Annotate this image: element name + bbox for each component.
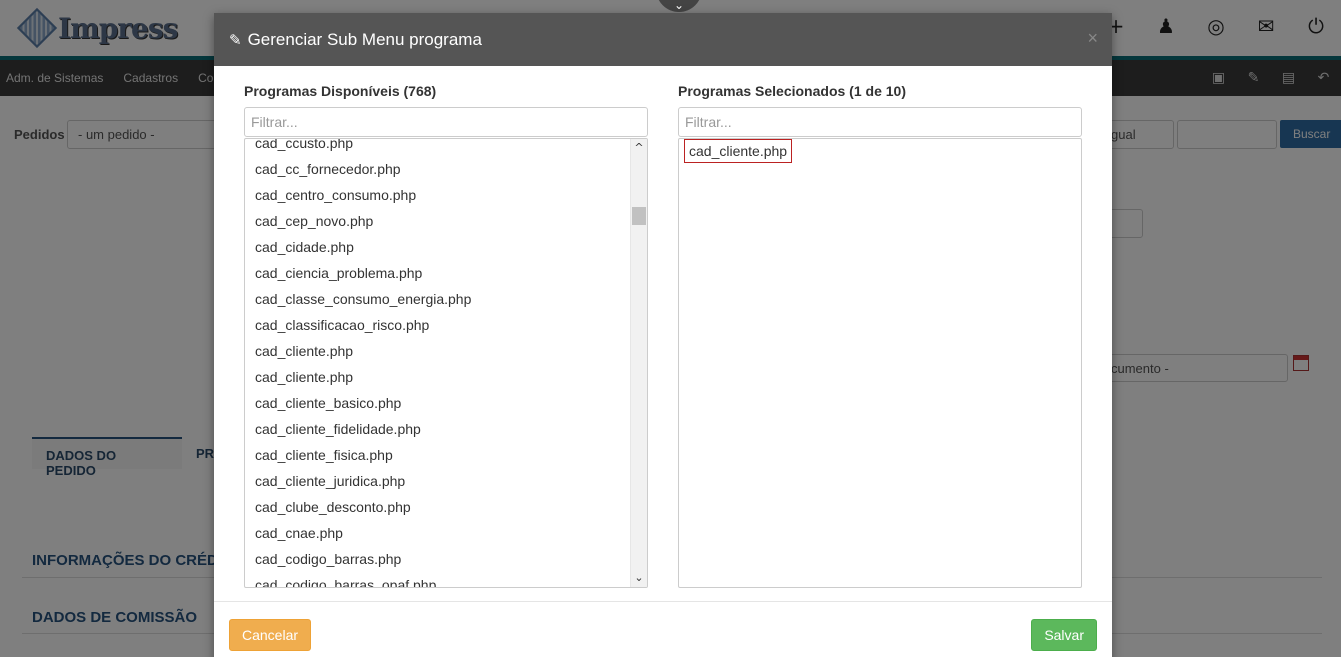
selected-programs-title: Programas Selecionados (1 de 10) xyxy=(678,83,906,99)
available-programs-panel: Programas Disponíveis (768) cad_ccusto.p… xyxy=(244,83,648,588)
available-filter-input[interactable] xyxy=(244,107,648,137)
selected-programs-list[interactable]: cad_cliente.php xyxy=(678,138,1082,588)
list-item[interactable]: cad_cliente.php xyxy=(255,364,471,390)
list-item[interactable]: cad_ciencia_problema.php xyxy=(255,260,471,286)
edit-icon: ✎ xyxy=(229,30,242,49)
list-item[interactable]: cad_classificacao_risco.php xyxy=(255,312,471,338)
save-button[interactable]: Salvar xyxy=(1031,619,1097,651)
available-programs-list[interactable]: cad_ccusto.php cad_cc_fornecedor.php cad_c… xyxy=(244,138,648,588)
list-item[interactable]: cad_codigo_barras_opaf.php xyxy=(255,572,471,587)
list-item[interactable]: cad_codigo_barras.php xyxy=(255,546,471,572)
list-item[interactable]: cad_cliente_basico.php xyxy=(255,390,471,416)
selected-programs-panel: Programas Selecionados (1 de 10) cad_cli… xyxy=(678,83,1082,588)
selected-filter-input[interactable] xyxy=(678,107,1082,137)
list-item[interactable]: cad_cliente.php xyxy=(684,139,793,163)
modal-title: Gerenciar Sub Menu programa xyxy=(247,29,482,49)
close-icon[interactable]: × xyxy=(1087,28,1098,49)
modal-header: ✎ Gerenciar Sub Menu programa × xyxy=(214,13,1112,66)
available-programs-title: Programas Disponíveis (768) xyxy=(244,83,437,99)
chevron-up-icon[interactable]: ^ xyxy=(631,140,647,156)
list-item[interactable]: cad_centro_consumo.php xyxy=(255,182,471,208)
list-item[interactable]: cad_cliente.php xyxy=(255,338,471,364)
scrollbar[interactable]: ^ ⌄ xyxy=(630,139,647,587)
list-item[interactable]: cad_cliente_fidelidade.php xyxy=(255,416,471,442)
list-item[interactable]: cad_cidade.php xyxy=(255,234,471,260)
available-items: cad_ccusto.php cad_cc_fornecedor.php cad_c… xyxy=(255,139,471,587)
manage-submenu-modal: ✎ Gerenciar Sub Menu programa × Programa… xyxy=(214,13,1112,657)
list-item[interactable]: cad_cnae.php xyxy=(255,520,471,546)
list-item[interactable]: cad_clube_desconto.php xyxy=(255,494,471,520)
list-item[interactable]: cad_cliente_juridica.php xyxy=(255,468,471,494)
list-item[interactable]: cad_classe_consumo_energia.php xyxy=(255,286,471,312)
list-item[interactable]: cad_cliente_fisica.php xyxy=(255,442,471,468)
list-item[interactable]: cad_cc_fornecedor.php xyxy=(255,156,471,182)
scroll-thumb[interactable] xyxy=(632,207,646,225)
cancel-button[interactable]: Cancelar xyxy=(229,619,312,651)
modal-footer: Cancelar Salvar xyxy=(214,601,1112,657)
chevron-down-icon[interactable]: ⌄ xyxy=(631,570,647,586)
list-item[interactable]: cad_cep_novo.php xyxy=(255,208,471,234)
list-item[interactable]: cad_ccusto.php xyxy=(255,139,471,156)
